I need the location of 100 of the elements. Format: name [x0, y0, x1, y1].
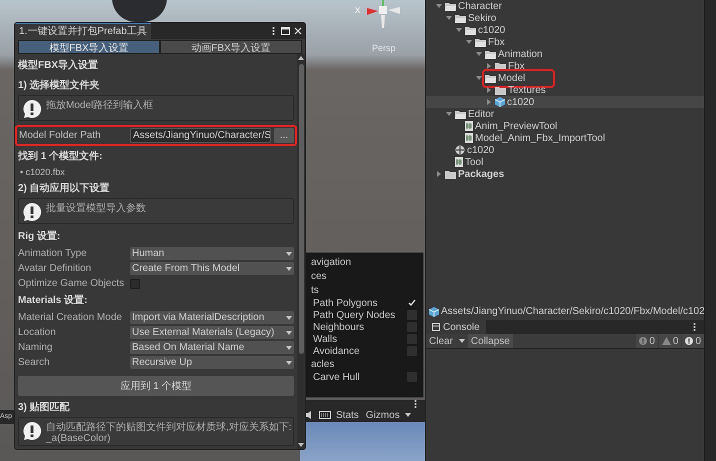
more-options-icon[interactable]	[414, 400, 417, 408]
collapsed-arrow-icon[interactable]	[486, 87, 492, 93]
overlay-option-label: Neighbours	[313, 320, 364, 334]
console-icon	[432, 323, 440, 331]
dropdown[interactable]: Use External Materials (Legacy)	[130, 326, 294, 340]
caret-icon	[286, 330, 292, 335]
help-text: 自动匹配路径下的贴图文件到对应材质球,对应关系如下:	[46, 422, 292, 433]
help-text: 拖放Model路径到输入框	[46, 100, 154, 111]
expanded-arrow-icon[interactable]	[446, 15, 452, 21]
field-label: Optimize Game Objects	[18, 277, 126, 292]
tree-item-label[interactable]: Editor	[468, 106, 494, 122]
checkbox[interactable]	[130, 278, 140, 289]
tree-item-label[interactable]: Character	[458, 0, 502, 14]
selected-row[interactable]: c1020	[426, 96, 704, 108]
section-heading: Materials 设置:	[18, 294, 88, 308]
file-list-item: • c1020.fbx	[20, 166, 65, 179]
folder-icon	[475, 38, 486, 46]
expanded-arrow-icon[interactable]	[446, 111, 452, 117]
overlay-heading: ces	[311, 270, 327, 284]
tree-item-label[interactable]: c1020	[478, 22, 506, 38]
overlay-heading: avigation	[311, 256, 352, 270]
tree-item-label[interactable]: Tool	[465, 154, 484, 170]
close-icon[interactable]	[294, 27, 302, 35]
info-icon	[639, 337, 648, 345]
apply-button[interactable]: 应用到 1 个模型	[18, 376, 294, 396]
overlay-option-label: Walls	[313, 332, 338, 346]
expanded-arrow-icon[interactable]	[466, 39, 472, 45]
script-icon	[455, 157, 463, 167]
section-heading: 1) 选择模型文件夹	[18, 78, 100, 93]
maximize-icon[interactable]	[281, 27, 290, 35]
keyboard-icon[interactable]	[319, 411, 331, 419]
caret-icon	[286, 316, 292, 320]
tree-item-label[interactable]: c1020	[507, 94, 534, 110]
tree-item-label[interactable]: Model	[498, 70, 526, 86]
collapsed-arrow-icon[interactable]	[436, 171, 442, 177]
exclamation-icon	[22, 420, 42, 441]
collapsed-arrow-icon[interactable]	[486, 99, 492, 105]
scroll-down-arrow-icon[interactable]	[298, 443, 304, 447]
tree-item-label[interactable]: Sekiro	[468, 10, 496, 26]
prefab-icon	[455, 145, 465, 155]
field-label: Material Creation Mode	[18, 311, 123, 326]
dropdown[interactable]: Create From This Model	[130, 262, 294, 276]
tree-item-label[interactable]: Fbx	[508, 58, 525, 74]
tree-item-label[interactable]: c1020	[467, 142, 494, 158]
panel-heading: 模型FBX导入设置	[18, 58, 98, 74]
tab[interactable]: 模型FBX导入设置	[18, 40, 160, 54]
tree-item-label[interactable]: Model_Anim_Fbx_ImportTool	[475, 130, 606, 146]
dropdown[interactable]: Human	[130, 247, 294, 260]
dropdown[interactable]: Import via MaterialDescription	[130, 311, 294, 324]
error-icon	[685, 337, 694, 345]
expanded-arrow-icon[interactable]	[436, 3, 442, 9]
expanded-arrow-icon[interactable]	[476, 51, 482, 57]
more-options-icon[interactable]	[272, 27, 275, 35]
tree-item-label[interactable]: Fbx	[488, 34, 505, 50]
overlay-option-label: Carve Hull	[313, 370, 360, 384]
help-text: _a(BaseColor)	[46, 432, 112, 444]
clear-button[interactable]: Clear	[426, 334, 456, 348]
tree-item-label[interactable]: Anim_PreviewTool	[475, 118, 558, 134]
field-label: Search	[18, 356, 51, 370]
scroll-up-arrow-icon[interactable]	[298, 56, 304, 60]
log-counter[interactable]: 0	[658, 334, 682, 348]
dropdown[interactable]: Recursive Up	[130, 356, 294, 370]
collapsed-arrow-icon[interactable]	[486, 63, 492, 69]
tab[interactable]: 动画FBX导入设置	[160, 40, 302, 54]
axis-label: X	[355, 5, 360, 17]
tree-item-label[interactable]: Textures	[508, 82, 546, 98]
log-counter[interactable]: 0	[682, 334, 704, 348]
section-heading: 2) 自动应用以下设置	[18, 181, 110, 196]
view-label: Persp	[372, 42, 396, 55]
warning-icon	[662, 337, 671, 345]
field-label: Animation Type	[18, 247, 88, 262]
tree-item-label[interactable]: Animation	[498, 46, 542, 62]
expanded-arrow-icon[interactable]	[456, 27, 462, 33]
overlay-option-label: Path Query Nodes	[313, 308, 396, 322]
dropdown[interactable]: Based On Material Name	[130, 341, 294, 354]
field-label: Avatar Definition	[18, 262, 92, 276]
more-options-icon[interactable]	[693, 323, 696, 331]
overlay-option-label: Path Polygons	[313, 296, 378, 310]
section-heading: Rig 设置:	[18, 230, 60, 244]
console-tab[interactable]: Console	[426, 320, 486, 334]
log-counter[interactable]: 0	[636, 334, 658, 348]
script-icon	[465, 133, 473, 143]
caret-icon	[286, 360, 292, 365]
browse-button[interactable]: ...	[274, 128, 294, 143]
stats-button[interactable]: Stats	[334, 408, 361, 422]
caret-icon	[286, 346, 292, 350]
caret-icon	[286, 266, 292, 271]
cube-icon	[495, 97, 505, 107]
scrollbar[interactable]	[297, 54, 305, 449]
folder-icon	[485, 74, 496, 82]
section-heading: 3) 贴图匹配	[18, 400, 70, 415]
folder-icon	[465, 26, 476, 34]
gizmos-button[interactable]: Gizmos	[364, 408, 402, 422]
field-label: Naming	[18, 341, 54, 356]
collapse-button[interactable]: Collapse	[468, 334, 513, 348]
window-tab[interactable]: 1.一键设置并打包Prefab工具	[15, 23, 151, 39]
expanded-arrow-icon[interactable]	[476, 75, 482, 81]
folder-icon	[445, 2, 456, 10]
folder-icon	[485, 50, 496, 58]
tree-item-label[interactable]: Packages	[458, 166, 504, 182]
